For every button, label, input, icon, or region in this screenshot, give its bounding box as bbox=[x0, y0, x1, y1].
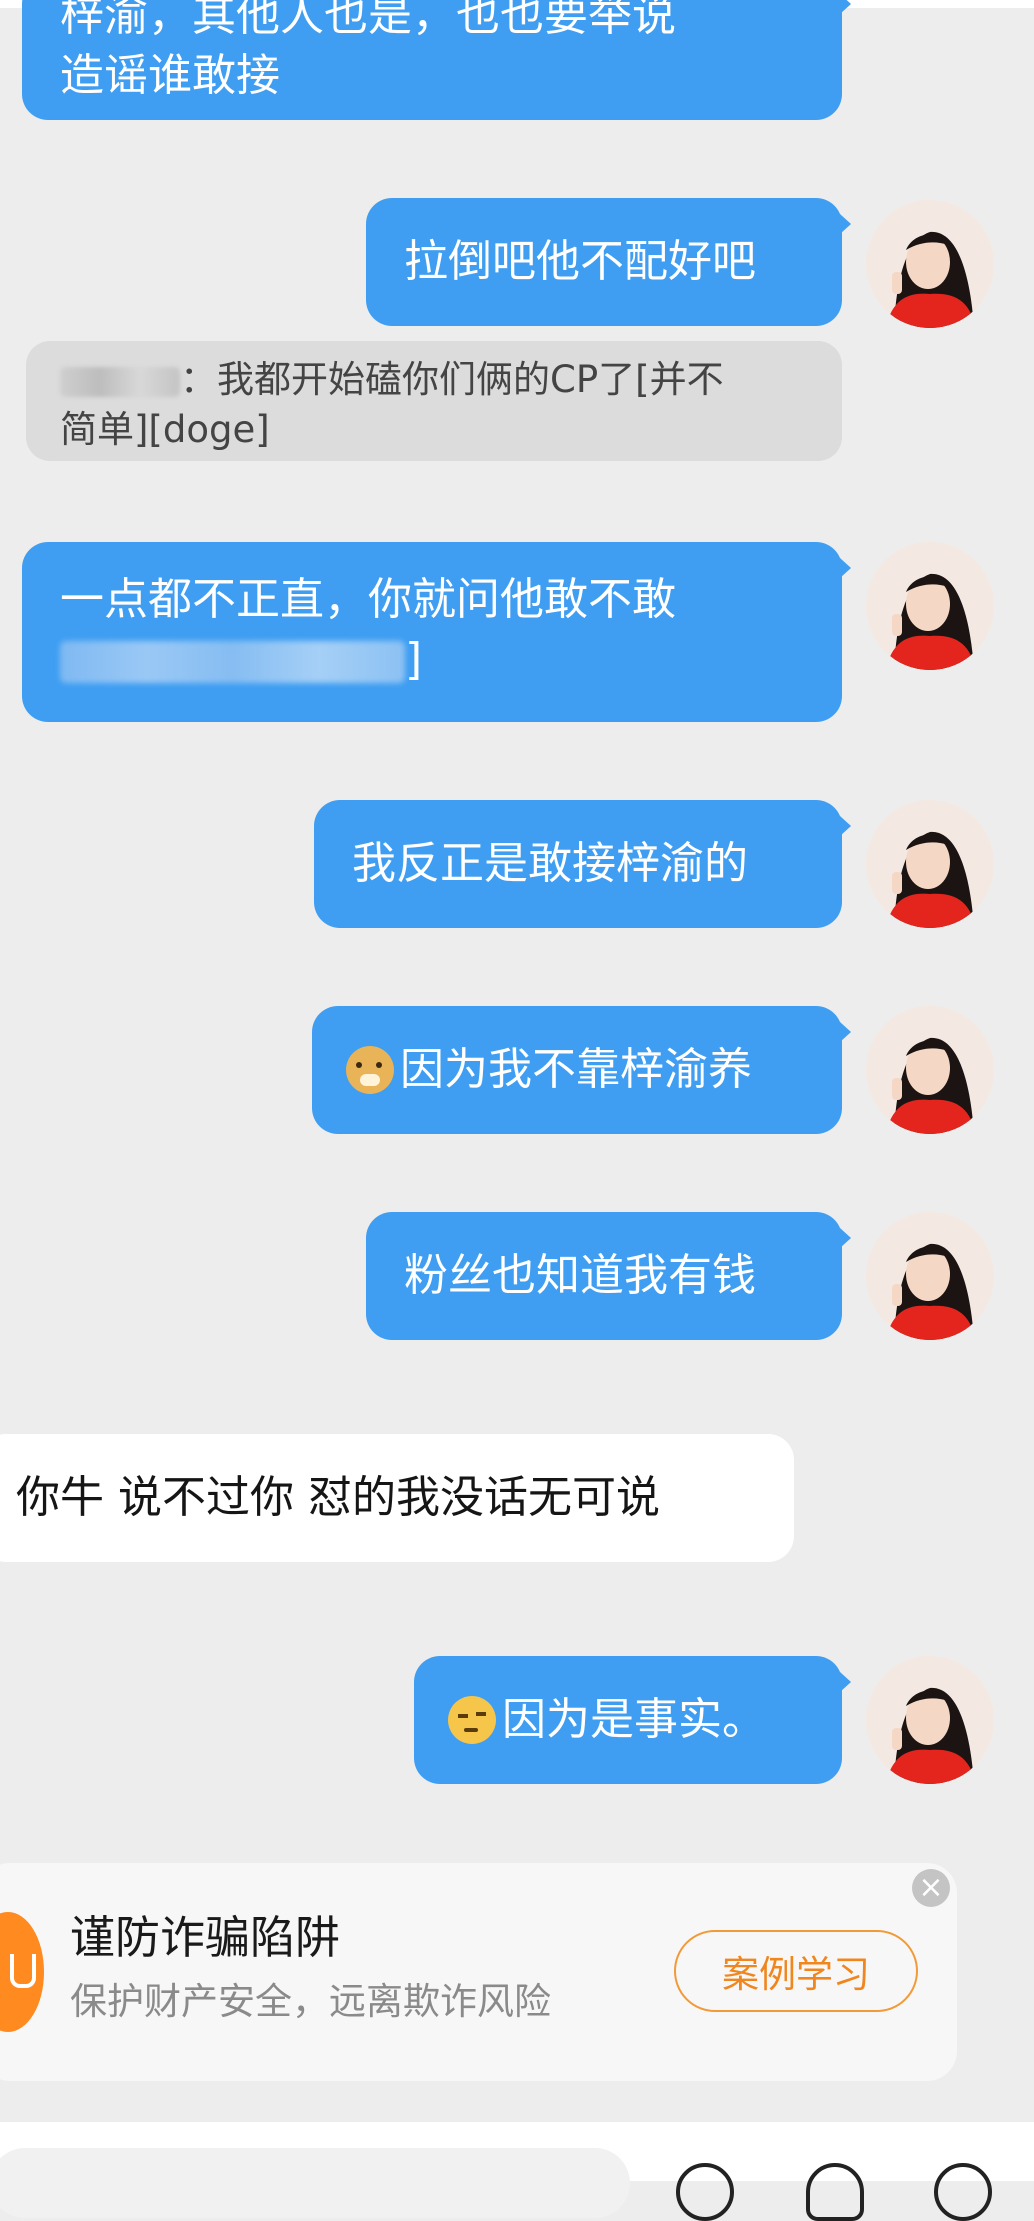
message-text-line: 梓渝，其他人也是，也也要举说 bbox=[60, 0, 676, 41]
message-bubble-outgoing[interactable]: 一点都不正直，你就问他敢不敢 ] bbox=[22, 542, 851, 722]
message-text: 粉丝也知道我有钱 bbox=[404, 1250, 756, 1301]
message-text: 我反正是敢接梓渝的 bbox=[352, 838, 748, 889]
avatar[interactable] bbox=[866, 800, 994, 928]
message-text-line: 造谣谁敢接 bbox=[60, 50, 280, 101]
message-bubble-outgoing[interactable]: 因为我不靠梓渝养 bbox=[312, 1006, 851, 1134]
message-bubble-outgoing[interactable]: 粉丝也知道我有钱 bbox=[366, 1212, 851, 1340]
quote-text: ：我都开始磕你们俩的CP了[并不 bbox=[180, 358, 724, 401]
avatar[interactable] bbox=[866, 1656, 994, 1784]
message-text: 你牛 说不过你 怼的我没话无可说 bbox=[16, 1472, 660, 1523]
message-text: 拉倒吧他不配好吧 bbox=[404, 236, 756, 287]
message-text-line-blurred: ] bbox=[60, 630, 804, 690]
fraud-banner-subtitle: 保护财产安全，远离欺诈风险 bbox=[70, 1980, 551, 2023]
message-bubble-outgoing[interactable]: 梓渝，其他人也是，也也要举说 造谣谁敢接 bbox=[22, 0, 851, 120]
avatar[interactable] bbox=[866, 200, 994, 328]
voice-icon[interactable] bbox=[676, 2163, 734, 2221]
avatar-photo bbox=[866, 1212, 994, 1340]
message-input[interactable] bbox=[0, 2148, 630, 2218]
message-text: 因为是事实。 bbox=[502, 1694, 766, 1745]
avatar[interactable] bbox=[866, 1212, 994, 1340]
avatar-photo bbox=[866, 200, 994, 328]
avatar-photo bbox=[866, 542, 994, 670]
case-study-button[interactable]: 案例学习 bbox=[674, 1930, 918, 2012]
quote-line-2: 简单][doge] bbox=[60, 408, 270, 451]
blurred-username bbox=[60, 366, 180, 397]
message-text-line: 一点都不正直，你就问他敢不敢 bbox=[60, 574, 676, 625]
emoji-icon[interactable] bbox=[806, 2163, 864, 2221]
quote-line: ：我都开始磕你们俩的CP了[并不 bbox=[60, 355, 808, 405]
message-bubble-outgoing[interactable]: 因为是事实。 bbox=[414, 1656, 851, 1784]
message-text: 因为我不靠梓渝养 bbox=[400, 1044, 752, 1095]
thinking-icon bbox=[448, 1696, 496, 1744]
message-bubble-outgoing[interactable]: 我反正是敢接梓渝的 bbox=[314, 800, 851, 928]
blurred-text bbox=[60, 641, 405, 683]
message-bubble-incoming[interactable]: 你牛 说不过你 怼的我没话无可说 bbox=[0, 1434, 794, 1562]
avatar-photo bbox=[866, 1006, 994, 1134]
quoted-message[interactable]: ：我都开始磕你们俩的CP了[并不 简单][doge] bbox=[26, 341, 842, 461]
avatar-photo bbox=[866, 1656, 994, 1784]
avatar[interactable] bbox=[866, 1006, 994, 1134]
avatar-photo bbox=[866, 800, 994, 928]
message-text-tail: ] bbox=[405, 634, 423, 685]
message-bubble-outgoing[interactable]: 拉倒吧他不配好吧 bbox=[366, 198, 851, 326]
fraud-banner-title: 谨防诈骗陷阱 bbox=[70, 1911, 341, 1964]
close-icon[interactable]: × bbox=[912, 1869, 950, 1907]
add-icon[interactable] bbox=[934, 2163, 992, 2221]
avatar[interactable] bbox=[866, 542, 994, 670]
doge-icon bbox=[346, 1046, 394, 1094]
